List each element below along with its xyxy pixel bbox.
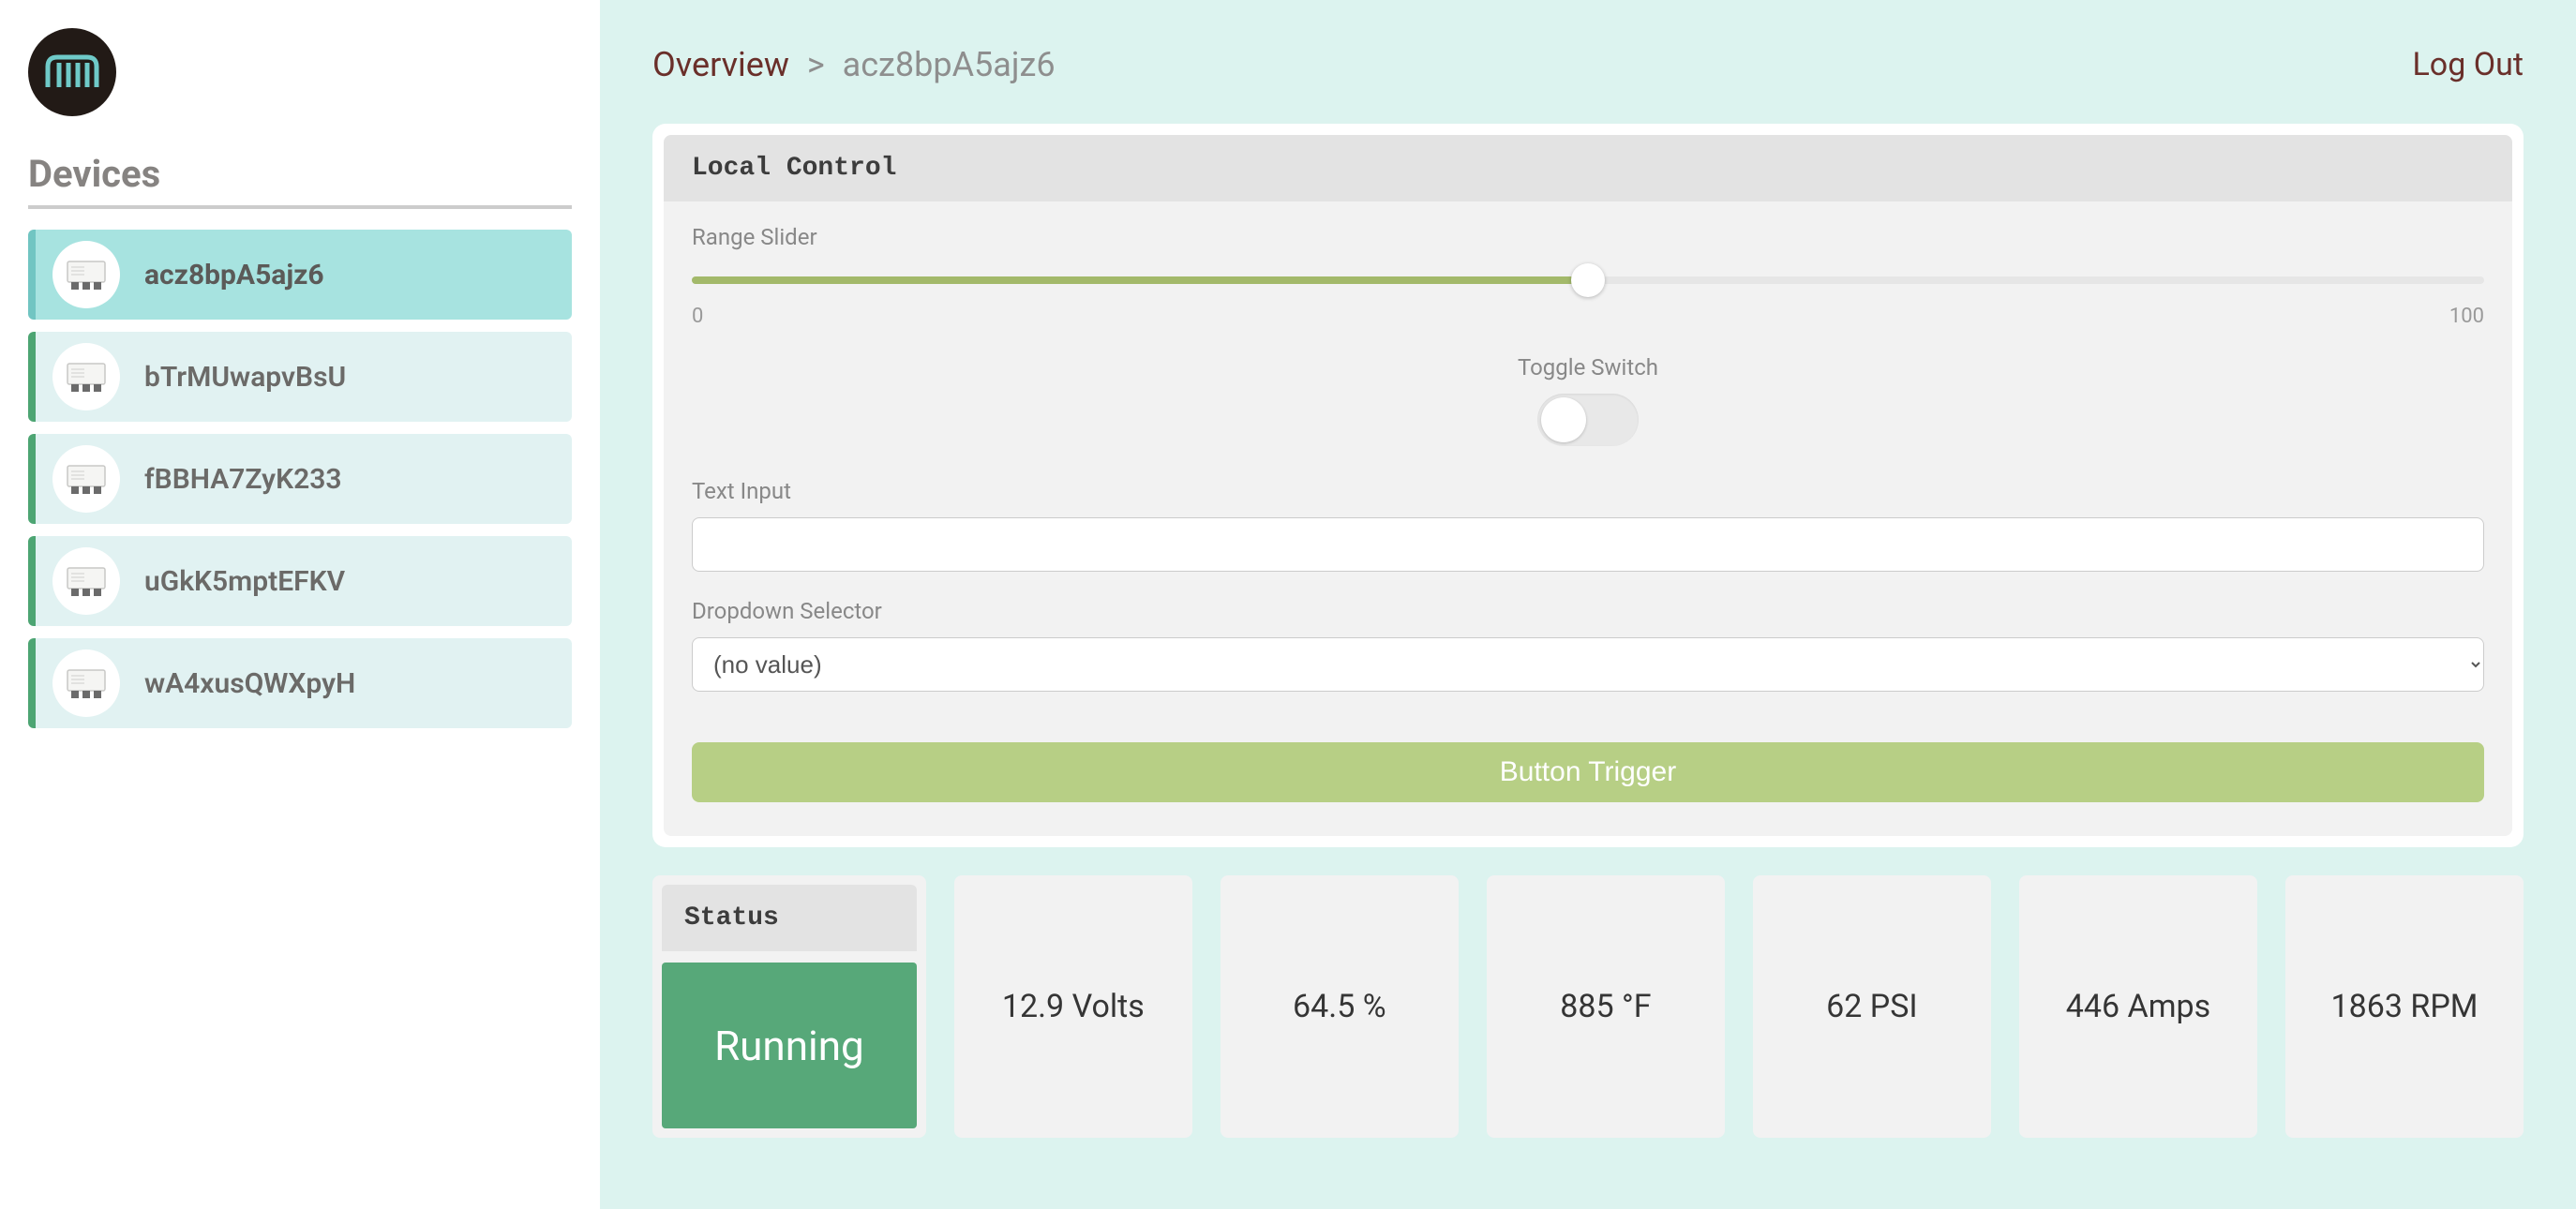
text-input-label: Text Input xyxy=(692,478,2484,504)
panel-title: Local Control xyxy=(664,135,2512,202)
device-icon xyxy=(52,547,120,615)
metrics-row: Status Running 12.9 Volts64.5 %885 °F62 … xyxy=(652,875,2524,1138)
slider-label: Range Slider xyxy=(692,224,2484,250)
device-icon xyxy=(52,445,120,513)
devices-heading: Devices xyxy=(28,152,572,196)
metric-card: 1863 RPM xyxy=(2285,875,2524,1138)
status-title: Status xyxy=(662,885,917,951)
device-icon xyxy=(52,649,120,717)
metric-card: 62 PSI xyxy=(1753,875,1991,1138)
sidebar: Devices acz8bpA5ajz6 xyxy=(0,0,600,1209)
device-item[interactable]: bTrMUwapvBsU xyxy=(28,332,572,422)
toggle-switch[interactable] xyxy=(1537,394,1639,446)
logout-link[interactable]: Log Out xyxy=(2413,46,2524,83)
device-label: uGkK5mptEFKV xyxy=(144,565,345,598)
breadcrumb-root[interactable]: Overview xyxy=(652,45,789,84)
status-value: Running xyxy=(662,963,917,1128)
metric-card: 885 °F xyxy=(1487,875,1725,1138)
device-label: fBBHA7ZyK233 xyxy=(144,463,342,496)
divider xyxy=(28,205,572,209)
app-logo[interactable] xyxy=(28,28,116,116)
device-icon xyxy=(52,241,120,308)
range-slider[interactable] xyxy=(692,263,2484,295)
dropdown-selector[interactable]: (no value) xyxy=(692,637,2484,692)
trigger-button[interactable]: Button Trigger xyxy=(692,742,2484,802)
logo-icon xyxy=(44,50,100,95)
device-label: bTrMUwapvBsU xyxy=(144,361,346,394)
device-label: wA4xusQWXpyH xyxy=(144,667,355,700)
text-input[interactable] xyxy=(692,517,2484,572)
device-icon xyxy=(52,343,120,410)
device-item[interactable]: wA4xusQWXpyH xyxy=(28,638,572,728)
metric-card: 446 Amps xyxy=(2019,875,2257,1138)
breadcrumb-sep: > xyxy=(807,45,825,84)
device-label: acz8bpA5ajz6 xyxy=(144,259,324,291)
slider-min: 0 xyxy=(692,305,703,328)
topbar: Overview > acz8bpA5ajz6 Log Out xyxy=(652,45,2524,84)
device-item[interactable]: fBBHA7ZyK233 xyxy=(28,434,572,524)
toggle-label: Toggle Switch xyxy=(692,354,2484,381)
main-content: Overview > acz8bpA5ajz6 Log Out Local Co… xyxy=(600,0,2576,1209)
breadcrumb: Overview > acz8bpA5ajz6 xyxy=(652,45,1056,84)
device-item[interactable]: uGkK5mptEFKV xyxy=(28,536,572,626)
metric-card: 12.9 Volts xyxy=(954,875,1192,1138)
metric-card: 64.5 % xyxy=(1221,875,1459,1138)
slider-max: 100 xyxy=(2449,305,2484,328)
device-item[interactable]: acz8bpA5ajz6 xyxy=(28,230,572,320)
status-card: Status Running xyxy=(652,875,926,1138)
local-control-panel: Local Control Range Slider 0 100 Toggle xyxy=(652,124,2524,847)
dropdown-label: Dropdown Selector xyxy=(692,598,2484,624)
breadcrumb-leaf: acz8bpA5ajz6 xyxy=(843,45,1056,84)
